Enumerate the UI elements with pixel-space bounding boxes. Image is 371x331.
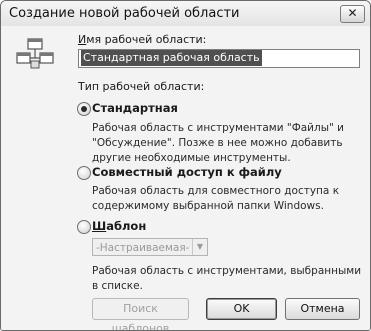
dialog-title: Создание новой рабочей области <box>9 6 240 21</box>
workspace-type-label: Тип рабочей области: <box>78 80 205 93</box>
dialog-window: Создание новой рабочей области ✕ Имя раб… <box>0 0 371 331</box>
option-standard-label[interactable]: Стандартная <box>92 101 178 115</box>
browse-templates-button[interactable]: Поиск шаблонов <box>92 298 189 330</box>
option-template-label[interactable]: Шаблон <box>92 219 146 233</box>
template-select[interactable]: -Настраиваемая- ▼ <box>92 238 208 256</box>
close-button[interactable]: ✕ <box>340 5 365 23</box>
option-file-sharing-description: Рабочая область для совместного доступа … <box>92 185 340 212</box>
radio-file-sharing[interactable] <box>77 166 91 180</box>
option-file-sharing-label[interactable]: Совместный доступ к файлу <box>92 165 282 179</box>
workspace-name-label: Имя рабочей области: <box>78 33 207 46</box>
ok-button[interactable]: OK <box>206 298 277 320</box>
title-bar[interactable]: Создание новой рабочей области ✕ <box>1 1 370 26</box>
chevron-down-icon: ▼ <box>192 239 207 255</box>
workspace-name-input[interactable]: Стандартная рабочая область <box>78 49 360 68</box>
cancel-button[interactable]: Отмена <box>285 298 360 320</box>
workspace-name-value: Стандартная рабочая область <box>81 50 262 66</box>
dialog-content: Имя рабочей области: Стандартная рабочая… <box>1 26 370 330</box>
option-template-description: Рабочая область с инструментами, выбранн… <box>92 265 362 292</box>
template-select-value: -Настраиваемая- <box>96 242 190 254</box>
option-standard-description: Рабочая область с инструментами "Файлы" … <box>92 122 344 164</box>
close-icon: ✕ <box>347 6 358 20</box>
radio-template[interactable] <box>77 220 91 234</box>
radio-standard[interactable] <box>77 102 91 116</box>
workspace-icon <box>16 38 54 69</box>
